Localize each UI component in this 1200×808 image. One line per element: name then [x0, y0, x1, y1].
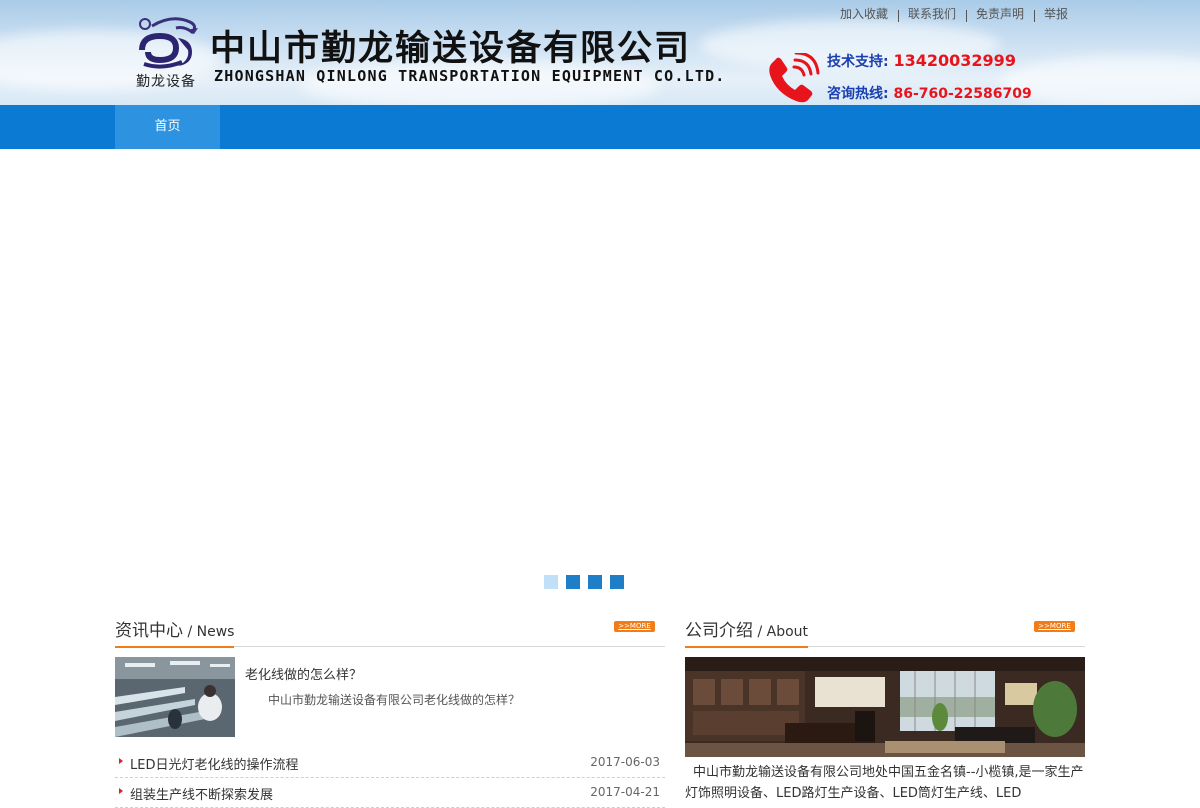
banner-slider	[0, 149, 1200, 596]
news-item-date: 2017-04-21	[590, 785, 660, 799]
logo-caption: 勤龙设备	[136, 74, 196, 90]
news-title-cn: 资讯中心	[115, 621, 183, 641]
office-photo[interactable]	[685, 657, 1085, 757]
news-section-title: 资讯中心 / News	[115, 616, 235, 648]
list-item: 组装生产线不断探索发展 2017-04-21	[115, 778, 665, 808]
about-text: 中山市勤龙输送设备有限公司地处中国五金名镇--小榄镇,是一家生产灯饰照明设备、L…	[685, 765, 1084, 801]
factory-photo-icon	[115, 657, 235, 737]
top-links: 加入收藏 联系我们 免责声明 举报	[840, 5, 1068, 22]
bullet-icon	[119, 788, 123, 794]
nav-item-home[interactable]: 首页	[115, 105, 220, 149]
about-title-cn: 公司介绍	[685, 621, 753, 641]
link-separator	[898, 9, 900, 22]
slider-dot-1[interactable]	[544, 575, 558, 589]
site-header: 勤龙设备 中山市勤龙输送设备有限公司 ZHONGSHAN QINLONG TRA…	[0, 0, 1200, 105]
about-section-title: 公司介绍 / About	[685, 616, 809, 648]
news-item-title[interactable]: 组装生产线不断探索发展	[130, 784, 273, 803]
news-title-en: / News	[183, 624, 235, 640]
list-item: LED日光灯老化线的操作流程 2017-06-03	[115, 748, 665, 778]
main-nav: 首页	[0, 105, 1200, 149]
phone-icon	[769, 53, 820, 103]
news-more-button[interactable]: >>MORE	[614, 621, 655, 632]
slider-dots	[544, 575, 624, 589]
slider-dot-3[interactable]	[588, 575, 602, 589]
news-thumbnail[interactable]	[115, 657, 235, 737]
tech-support-number: 13420032999	[893, 51, 1016, 70]
link-separator	[1034, 9, 1036, 22]
contact-us-link[interactable]: 联系我们	[908, 5, 956, 22]
company-name-cn: 中山市勤龙输送设备有限公司	[210, 29, 692, 69]
slider-dot-2[interactable]	[566, 575, 580, 589]
bullet-icon	[119, 758, 123, 764]
about-more-button[interactable]: >>MORE	[1034, 621, 1075, 632]
report-link[interactable]: 举报	[1044, 5, 1068, 22]
office-photo-icon	[685, 657, 1085, 757]
slider-dot-4[interactable]	[610, 575, 624, 589]
news-feature-title[interactable]: 老化线做的怎么样？	[245, 664, 362, 683]
news-feature-desc: 中山市勤龙输送设备有限公司老化线做的怎样？	[268, 693, 521, 707]
disclaimer-link[interactable]: 免责声明	[976, 5, 1024, 22]
tech-support-label: 技术支持:	[827, 54, 889, 70]
company-name-en: ZHONGSHAN QINLONG TRANSPORTATION EQUIPME…	[214, 67, 726, 85]
about-title-en: / About	[753, 624, 809, 640]
news-item-title[interactable]: LED日光灯老化线的操作流程	[130, 754, 298, 773]
hotline-number: 86-760-22586709	[893, 86, 1032, 102]
tech-support-line: 技术支持: 13420032999	[827, 51, 1016, 71]
link-separator	[966, 9, 968, 22]
add-favorite-link[interactable]: 加入收藏	[840, 5, 888, 22]
hotline-label: 咨询热线:	[827, 86, 889, 102]
about-section-header: 公司介绍 / About >>MORE	[685, 614, 1085, 648]
news-item-date: 2017-06-03	[590, 755, 660, 769]
news-section-header: 资讯中心 / News >>MORE	[115, 614, 665, 648]
hotline-line: 咨询热线: 86-760-22586709	[827, 83, 1032, 103]
news-list: LED日光灯老化线的操作流程 2017-06-03 组装生产线不断探索发展 20…	[115, 748, 665, 808]
